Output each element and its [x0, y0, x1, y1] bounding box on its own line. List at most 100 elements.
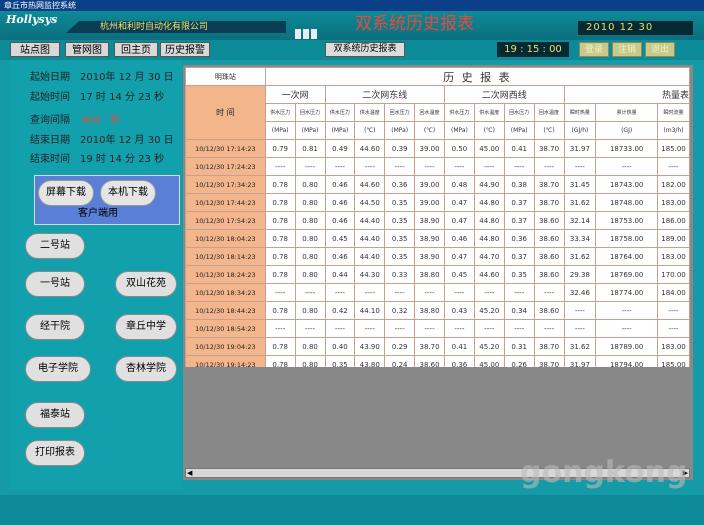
table-row: 10/12/30 18:14:23 0.78 0.80 0.46 44.40 0.35 38…: [185, 247, 690, 266]
value-cell: ----: [503, 283, 535, 302]
value-cell: 38.70: [533, 175, 565, 194]
value-cell: 31.62: [563, 337, 597, 356]
screen-download-button[interactable]: 屏幕下载: [38, 180, 94, 206]
login-button[interactable]: 登录: [579, 42, 609, 57]
unit-header: (MPa): [324, 121, 356, 140]
value-cell: 18743.00: [595, 175, 658, 194]
value-cell: 0.48: [444, 175, 475, 194]
value-cell: ----: [384, 283, 416, 302]
history-table: 明珠站 历 史 报 表 时 间 一次网 二次网东线 二次网西线 热量表 供水压力…: [185, 67, 690, 367]
value-cell: 0.50: [444, 139, 475, 158]
start-date-label: 起始日期: [30, 72, 70, 83]
value-cell: 0.24: [384, 355, 416, 367]
interval-field[interactable]: 600: [82, 114, 106, 128]
client-label: 客户端用: [78, 208, 118, 219]
value-cell: 44.70: [473, 247, 505, 266]
time-cell: 10/12/30 17:14:23: [185, 139, 266, 158]
value-cell: 18748.00: [595, 193, 658, 212]
time-cell: 10/12/30 19:04:23: [185, 337, 266, 356]
value-cell: 0.35: [384, 229, 416, 248]
exit-button[interactable]: 退出: [645, 42, 675, 57]
station-button-shuangshan[interactable]: 双山花苑: [115, 271, 177, 297]
unit-header: (m3/h): [656, 121, 690, 140]
print-report-button[interactable]: 打印报表: [25, 440, 85, 466]
status-bar: [0, 495, 704, 525]
column-header: 瞬时热量: [563, 103, 597, 122]
value-cell: 0.35: [503, 265, 535, 284]
value-cell: ----: [354, 283, 386, 302]
value-cell: 0.78: [264, 301, 296, 320]
value-cell: 44.30: [354, 265, 386, 284]
value-cell: 39.00: [414, 193, 445, 212]
unit-header: (℃): [473, 121, 505, 140]
nav-station-map[interactable]: 站点图: [10, 42, 60, 57]
column-header: 供水压力: [444, 103, 475, 122]
start-time-field[interactable]: 17 时 14 分 23 秒: [80, 91, 180, 105]
nav-history-alarm[interactable]: 历史报警: [160, 42, 210, 57]
station-button-zhangqiu-school[interactable]: 章丘中学: [115, 314, 177, 340]
unit-header: (MPa): [503, 121, 535, 140]
value-cell: 0.80: [294, 355, 326, 367]
scroll-left-icon[interactable]: ◀: [187, 469, 192, 477]
value-cell: 0.46: [324, 247, 356, 266]
value-cell: 0.46: [324, 175, 356, 194]
station-button-xinglin[interactable]: 杏林学院: [115, 356, 177, 382]
value-cell: 31.62: [563, 247, 597, 266]
column-header: 回水压力: [503, 103, 535, 122]
value-cell: 44.80: [473, 229, 505, 248]
table-row: 10/12/30 18:04:23 0.78 0.80 0.45 44.40 0.35 38…: [185, 229, 690, 248]
station-button-1[interactable]: 一号站: [25, 271, 85, 297]
value-cell: 39.00: [414, 175, 445, 194]
value-cell: ----: [563, 319, 597, 338]
value-cell: 0.79: [264, 139, 296, 158]
station-button-dianzi[interactable]: 电子学院: [25, 356, 91, 382]
time-cell: 10/12/30 18:54:23: [185, 319, 266, 338]
time-cell: 10/12/30 18:14:23: [185, 247, 266, 266]
end-time-field[interactable]: 19 时 14 分 23 秒: [80, 153, 180, 167]
station-button-futai[interactable]: 福泰站: [25, 402, 85, 428]
value-cell: 38.60: [414, 355, 445, 367]
value-cell: 0.78: [264, 229, 296, 248]
value-cell: 170.00: [656, 265, 690, 284]
value-cell: 38.60: [533, 265, 565, 284]
value-cell: 44.60: [473, 265, 505, 284]
value-cell: ----: [414, 319, 445, 338]
value-cell: 0.44: [324, 265, 356, 284]
value-cell: ----: [294, 283, 326, 302]
local-download-button[interactable]: 本机下载: [100, 180, 156, 206]
table-row: 10/12/30 18:24:23 0.78 0.80 0.44 44.30 0.33 38…: [185, 265, 690, 284]
value-cell: ----: [656, 157, 690, 176]
start-date-field[interactable]: 2010年 12 月 30 日: [80, 71, 180, 85]
unit-header: (℃): [354, 121, 386, 140]
value-cell: ----: [595, 319, 658, 338]
system-report-button[interactable]: 双系统历史报表: [325, 42, 405, 57]
value-cell: 0.80: [294, 175, 326, 194]
value-cell: 45.00: [473, 355, 505, 367]
value-cell: 31.97: [563, 139, 597, 158]
page-title: 双系统历史报表: [355, 14, 474, 34]
value-cell: 0.80: [294, 265, 326, 284]
value-cell: 0.26: [503, 355, 535, 367]
value-cell: 32.46: [563, 283, 597, 302]
value-cell: 0.46: [444, 229, 475, 248]
nav-home[interactable]: 回主页: [114, 42, 158, 57]
station-button-jinggan[interactable]: 经干院: [25, 314, 85, 340]
table-row: 10/12/30 17:14:23 0.79 0.81 0.49 44.60 0.39 39…: [185, 139, 690, 158]
logout-button[interactable]: 注销: [612, 42, 642, 57]
end-date-field[interactable]: 2010年 12 月 30 日: [80, 134, 180, 148]
station-button-2[interactable]: 二号站: [25, 233, 85, 259]
value-cell: 185.00: [656, 355, 690, 367]
history-table-container: 明珠站 历 史 报 表 时 间 一次网 二次网东线 二次网西线 热量表 供水压力…: [185, 67, 690, 367]
value-cell: 0.36: [384, 175, 416, 194]
value-cell: 0.78: [264, 247, 296, 266]
value-cell: ----: [324, 283, 356, 302]
value-cell: ----: [444, 157, 475, 176]
value-cell: 44.40: [354, 247, 386, 266]
nav-network-map[interactable]: 管网图: [65, 42, 109, 57]
value-cell: ----: [473, 283, 505, 302]
value-cell: 18733.00: [595, 139, 658, 158]
table-row: 10/12/30 18:54:23 ---- ---- ---- ---- ---- ---…: [185, 319, 690, 338]
value-cell: 184.00: [656, 283, 690, 302]
value-cell: 0.41: [444, 337, 475, 356]
end-date-label: 结束日期: [30, 135, 70, 146]
